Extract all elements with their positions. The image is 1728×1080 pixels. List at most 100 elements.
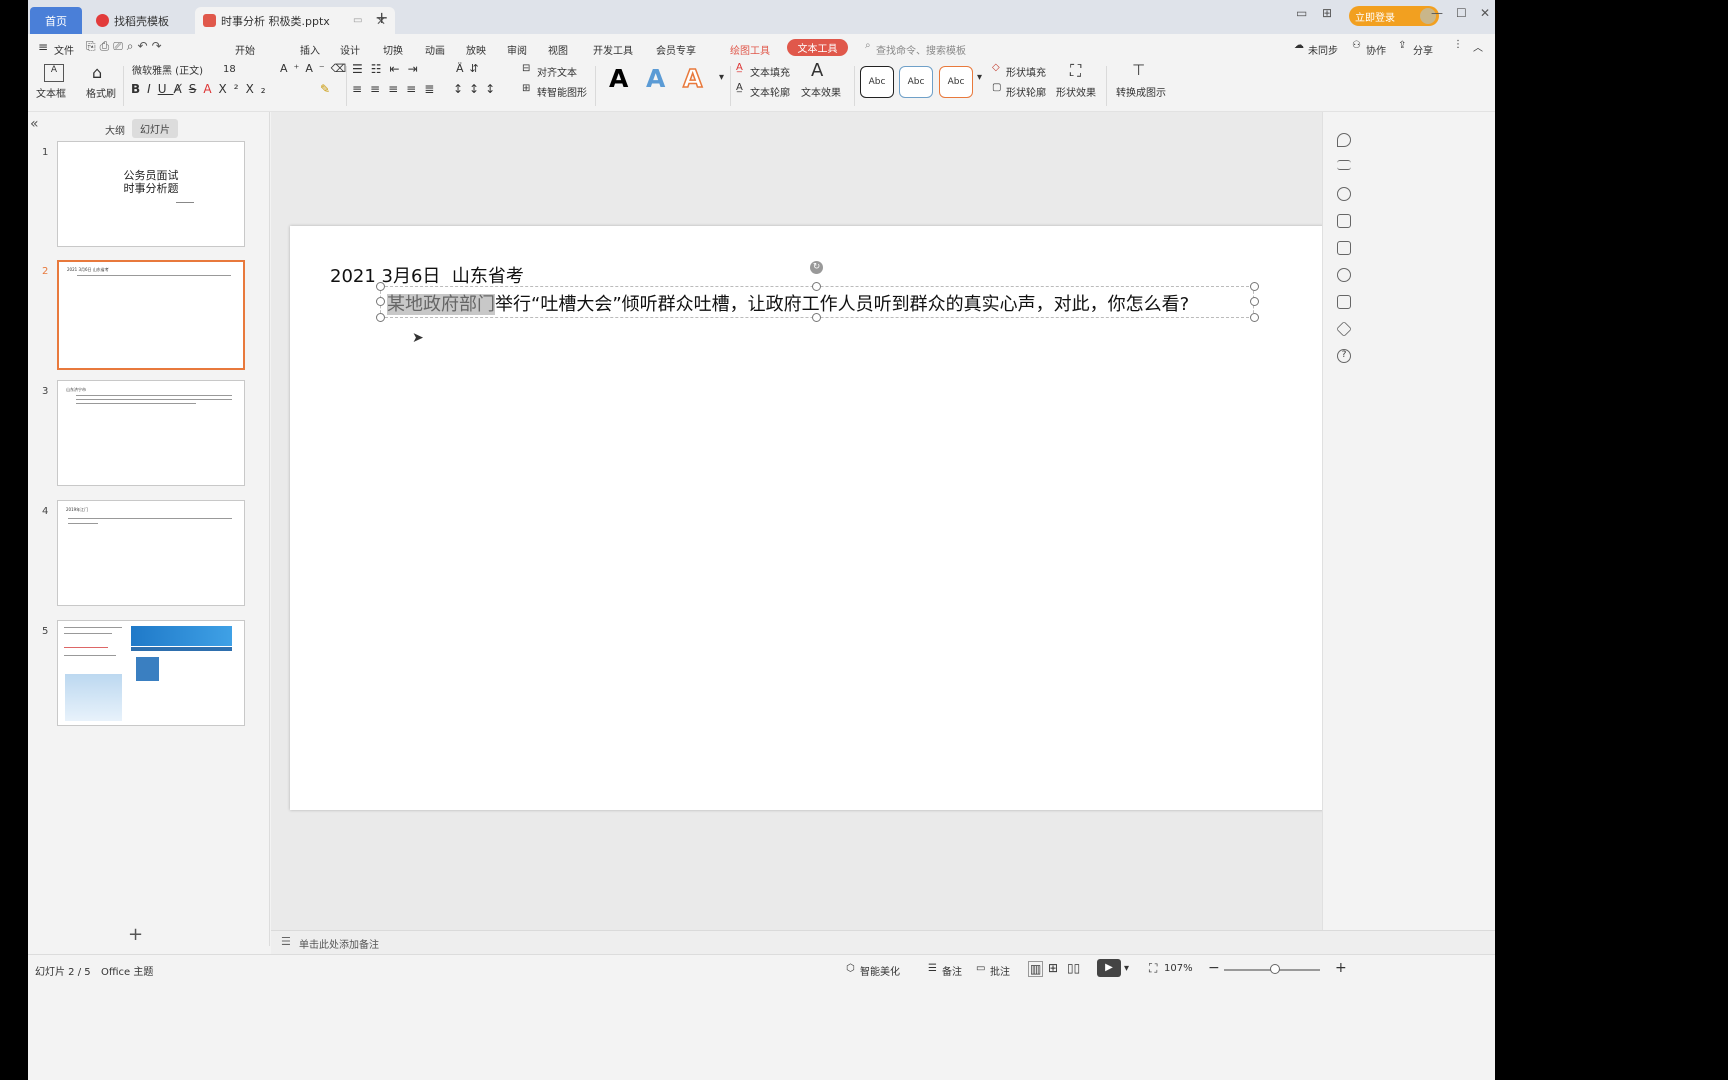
help-icon[interactable]: ? — [1337, 349, 1351, 363]
hamburger-menu-icon[interactable]: ≡ — [38, 40, 48, 54]
collapse-ribbon-icon[interactable]: ︿ — [1473, 39, 1483, 54]
wordart-blue[interactable]: A — [646, 64, 665, 93]
smart-beautify-button[interactable]: 智能美化 — [860, 963, 900, 978]
share-button[interactable]: 分享 — [1413, 42, 1433, 57]
textbox-icon[interactable]: A — [44, 64, 64, 82]
notes-toggle-button[interactable]: 备注 — [942, 963, 962, 978]
resize-handle[interactable] — [376, 297, 385, 306]
question-text[interactable]: 某地政府部门举行“吐槽大会”倾听群众吐槽，让政府工作人员听到群众的真实心声，对此… — [387, 290, 1189, 316]
align-text-button[interactable]: 对齐文本 — [537, 64, 577, 79]
menu-view[interactable]: 视图 — [548, 42, 568, 57]
slide-thumbnail-2[interactable]: 2021 3月6日 山东省考 — [57, 260, 245, 370]
zoom-slider-thumb[interactable] — [1270, 964, 1280, 974]
wordart-orange[interactable]: A — [682, 63, 703, 94]
resize-handle[interactable] — [812, 313, 821, 322]
resize-handle[interactable] — [812, 282, 821, 291]
font-name-select[interactable]: 微软雅黑 (正文) — [128, 62, 218, 77]
menu-insert[interactable]: 插入 — [300, 42, 320, 57]
tab-document[interactable]: 时事分析 积极类.pptx ▭ ✕ — [195, 7, 395, 34]
apps-grid-icon[interactable]: ⊞ — [1322, 6, 1332, 20]
resize-handle[interactable] — [376, 313, 385, 322]
format-painter-button[interactable]: 格式刷 — [86, 85, 116, 100]
font-style-icons[interactable]: BIUȺS̶AX²X₂ — [131, 82, 273, 96]
line-spacing-icons[interactable]: ↕↕↕ — [453, 82, 501, 96]
rotate-handle-icon[interactable]: ↻ — [810, 261, 823, 274]
menu-file[interactable]: 文件 — [54, 42, 74, 57]
resize-handle[interactable] — [1250, 282, 1259, 291]
tab-pin-icon[interactable]: ▭ — [353, 15, 362, 26]
shape-effect-button[interactable]: 形状效果 — [1056, 84, 1096, 99]
pin-icon[interactable] — [1337, 187, 1351, 201]
login-button[interactable]: 立即登录 — [1349, 6, 1439, 26]
text-direction-icons[interactable]: Ä⇵ — [456, 62, 485, 75]
window-layout-icon[interactable]: ▭ — [1296, 6, 1307, 20]
list-icons[interactable]: ☰☷⇤⇥ — [352, 62, 426, 76]
play-options-icon[interactable]: ▾ — [1124, 963, 1129, 974]
slide-editing-canvas[interactable]: 2021 3月6日 山东省考 某地政府部门举行“吐槽大会”倾听群众吐槽，让政府工… — [271, 112, 1495, 946]
more-icon[interactable]: ⋮ — [1453, 39, 1463, 50]
slide-thumbnail-3[interactable]: 山东济宁市 — [57, 380, 245, 486]
convert-graphic-icon[interactable]: ⊤ — [1132, 61, 1145, 79]
text-effect-icon[interactable]: A — [811, 60, 823, 81]
shape-fill-button[interactable]: 形状填充 — [1006, 64, 1046, 79]
shape-style-orange[interactable]: Abc — [939, 66, 973, 98]
text-fill-button[interactable]: 文本填充 — [750, 64, 790, 79]
textbox-button[interactable]: 文本框 — [36, 85, 66, 100]
slide-thumbnail-4[interactable]: 2019年江门 — [57, 500, 245, 606]
shape-outline-button[interactable]: 形状轮廓 — [1006, 84, 1046, 99]
menu-review[interactable]: 审阅 — [507, 42, 527, 57]
tab-outline[interactable]: 大纲 — [105, 122, 125, 137]
menu-animation[interactable]: 动画 — [425, 42, 445, 57]
notes-pane[interactable]: ☰ 单击此处添加备注 — [271, 930, 1495, 954]
highlight-icon[interactable]: ✎ — [320, 82, 330, 96]
play-slideshow-icon[interactable]: ▶ — [1097, 959, 1121, 977]
copy-icon[interactable] — [1337, 214, 1351, 228]
sorter-view-icon[interactable]: ⊞ — [1048, 961, 1058, 975]
shape-style-black[interactable]: Abc — [860, 66, 894, 98]
convert-graphic-button[interactable]: 转换成图示 — [1116, 84, 1166, 99]
menu-drawing-tools[interactable]: 绘图工具 — [730, 42, 770, 57]
wordart-more-icon[interactable]: ▾ — [719, 72, 724, 83]
resize-handle[interactable] — [1250, 297, 1259, 306]
shape-style-more-icon[interactable]: ▾ — [977, 72, 982, 83]
collab-button[interactable]: 协作 — [1366, 42, 1386, 57]
menu-slideshow[interactable]: 放映 — [466, 42, 486, 57]
properties-icon[interactable] — [1337, 160, 1351, 170]
zoom-out-icon[interactable]: − — [1208, 960, 1220, 976]
maximize-icon[interactable]: ☐ — [1456, 6, 1467, 20]
reading-view-icon[interactable]: ▯▯ — [1067, 961, 1080, 975]
comments-button[interactable]: 批注 — [990, 963, 1010, 978]
book-icon[interactable] — [1337, 295, 1351, 309]
menu-text-tools[interactable]: 文本工具 — [787, 39, 848, 56]
align-icons[interactable]: ≡≡≡≡≣ — [352, 82, 442, 96]
tab-slides[interactable]: 幻灯片 — [132, 119, 178, 138]
image-tools-icon[interactable] — [1337, 241, 1351, 255]
question-rest-text[interactable]: 举行“吐槽大会”倾听群众吐槽，让政府工作人员听到群众的真实心声，对此，你怎么看? — [495, 294, 1189, 315]
zoom-in-icon[interactable]: + — [1335, 960, 1347, 976]
question-highlighted-text[interactable]: 某地政府部门 — [387, 294, 495, 315]
menu-member[interactable]: 会员专享 — [656, 42, 696, 57]
shape-effect-icon[interactable]: ⛶ — [1070, 61, 1081, 81]
location-icon[interactable] — [1337, 268, 1351, 282]
command-search-input[interactable]: 查找命令、搜索模板 — [876, 42, 966, 57]
tab-home[interactable]: 首页 — [30, 7, 82, 34]
menu-design[interactable]: 设计 — [340, 42, 360, 57]
slide-thumbnail-1[interactable]: 公务员面试 时事分析题 — [57, 141, 245, 247]
smart-shape-button[interactable]: 转智能图形 — [537, 84, 587, 99]
menu-developer[interactable]: 开发工具 — [593, 42, 633, 57]
resize-handle[interactable] — [1250, 313, 1259, 322]
text-outline-button[interactable]: 文本轮廓 — [750, 84, 790, 99]
sync-status[interactable]: 未同步 — [1308, 42, 1338, 57]
menu-transition[interactable]: 切换 — [383, 42, 403, 57]
font-size-select[interactable]: 18 — [219, 62, 271, 77]
add-slide-button[interactable]: + — [128, 924, 143, 945]
minimize-icon[interactable]: — — [1431, 6, 1443, 20]
zoom-level[interactable]: 107% — [1164, 963, 1193, 974]
collapse-panel-icon[interactable]: « — [30, 116, 39, 132]
new-tab-icon[interactable]: + — [375, 8, 388, 27]
menu-start[interactable]: 开始 — [235, 42, 255, 57]
normal-view-icon[interactable]: ▥ — [1028, 961, 1044, 977]
rocket-icon[interactable] — [1337, 133, 1351, 147]
shape-style-blue[interactable]: Abc — [899, 66, 933, 98]
slide-date-line[interactable]: 2021 3月6日 山东省考 — [330, 262, 524, 288]
